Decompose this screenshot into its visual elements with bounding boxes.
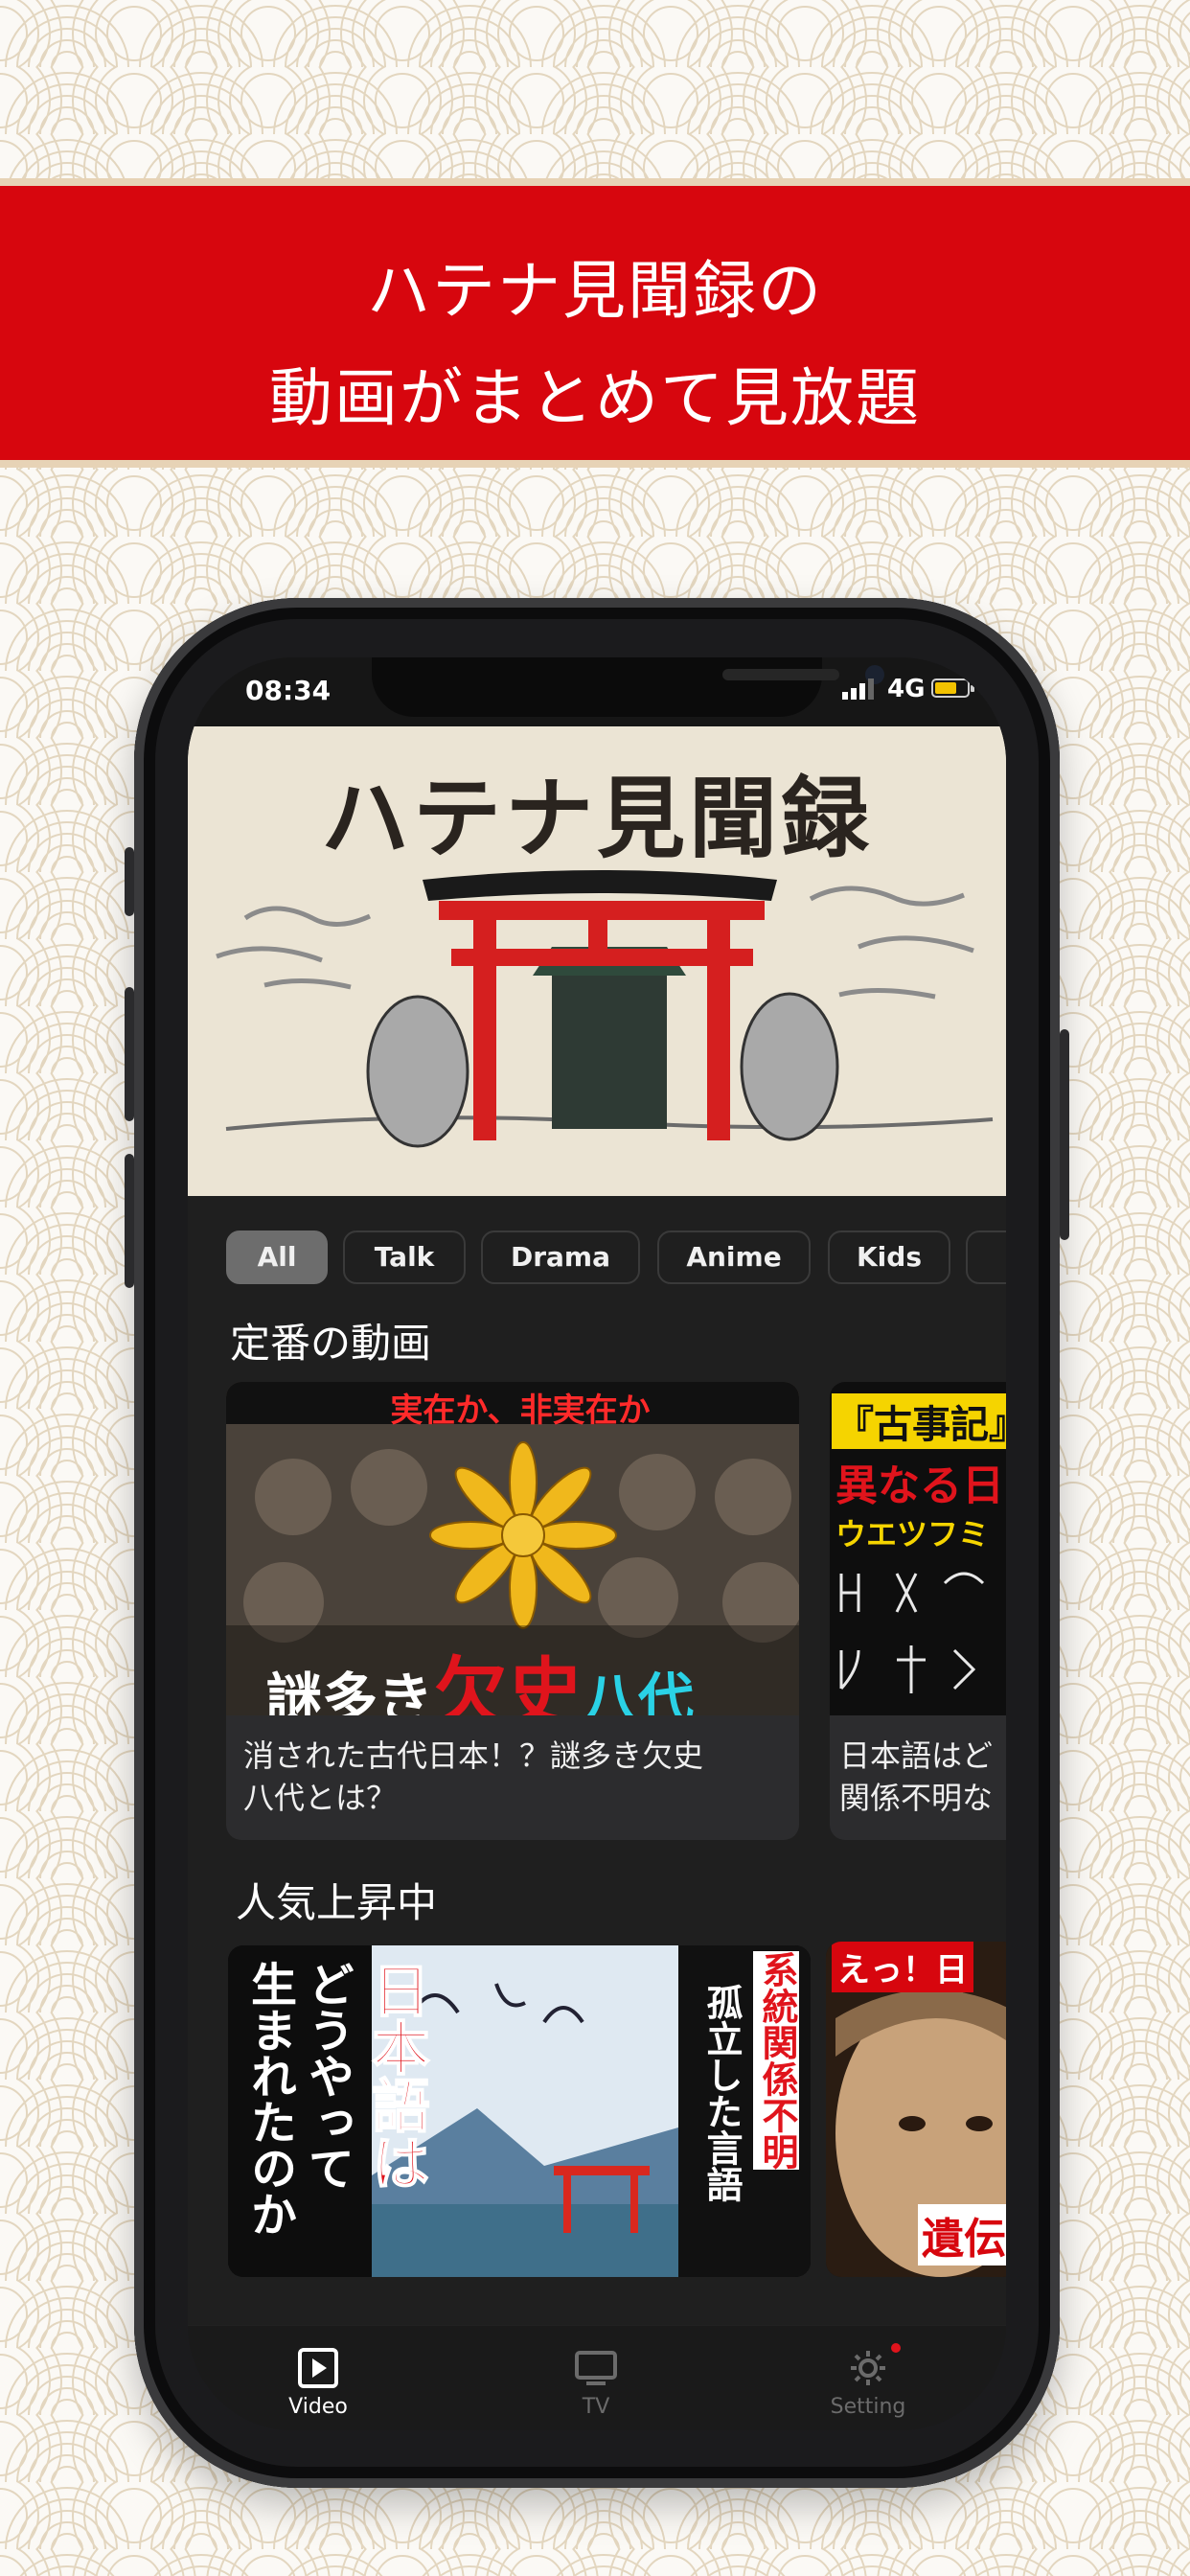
thumbnail-text-3: ウエツフミ <box>835 1516 990 1552</box>
thumb-col-4: 系統関係不明 <box>753 1951 799 2170</box>
video-title-line-2: 関係不明な <box>839 1780 994 1816</box>
hero-title: ハテナ見聞録 <box>320 767 873 870</box>
thumbnail-top-text: 実在か、非実在か <box>390 1392 651 1430</box>
status-bar: 08:34 4G <box>188 657 1006 726</box>
speaker-grille <box>722 669 839 680</box>
chip-talk[interactable]: Talk <box>343 1230 466 1284</box>
video-thumbnail: 『古事記』 異なる日 ウエツフミ <box>830 1382 1006 1715</box>
gear-icon <box>851 2351 885 2385</box>
phone-volume-down <box>125 1154 134 1288</box>
tv-icon <box>575 2351 617 2385</box>
section-title-classics: 定番の動画 <box>230 1320 432 1367</box>
chip-anime[interactable]: Anime <box>657 1230 811 1284</box>
caption-part-c: 八代 <box>583 1667 695 1715</box>
tab-bar: Video TV Setting <box>188 2325 1006 2430</box>
video-card[interactable]: 実在か、非実在か 謎多き欠史八代 消された古代日本！？謎多き欠史 八代とは？ <box>226 1382 799 1840</box>
chip-all[interactable]: All <box>226 1230 328 1284</box>
notch <box>372 657 884 717</box>
thumb-col-2: どうやって <box>300 1961 354 2191</box>
category-chips: All Talk Drama Anime Kids <box>226 1230 1006 1284</box>
thumb-col-3: 日本語は <box>361 1960 430 2192</box>
caption-part-a: 謎多き <box>266 1667 434 1715</box>
video-card[interactable]: 生まれたのか どうやって 日本語は 系統関係不明 孤立した言語 <box>228 1945 811 2277</box>
tab-tv-label: TV <box>582 2395 610 2419</box>
video-title-line-1: 消された古代日本！？謎多き欠史 <box>243 1737 704 1774</box>
banner-line-1: ハテナ見聞録の <box>367 254 823 328</box>
chip-kids[interactable]: Kids <box>828 1230 950 1284</box>
tab-tv[interactable]: TV <box>500 2326 692 2430</box>
thumb-col-1: 生まれたのか <box>242 1961 296 2237</box>
tab-video[interactable]: Video <box>222 2326 414 2430</box>
video-card[interactable]: 『古事記』 異なる日 ウエツフミ 日本語はど 関係不明な <box>830 1382 1006 1840</box>
ancient-glyphs <box>839 1572 985 1693</box>
phone-silent-switch <box>125 847 134 916</box>
phone-power-button <box>1060 1029 1069 1240</box>
thumbnail-bottom-text: 遺伝 <box>918 2204 1006 2266</box>
chip-drama[interactable]: Drama <box>481 1230 640 1284</box>
video-card[interactable]: えっ！日 遺伝 <box>826 1942 1006 2277</box>
thumbnail-caption: 謎多き欠史八代 <box>266 1633 694 1715</box>
banner-line-2: 動画がまとめて見放題 <box>269 361 921 435</box>
thumbnail-text-1: 『古事記』 <box>832 1393 1006 1449</box>
promo-banner: ハテナ見聞録の 動画がまとめて見放題 <box>0 178 1190 468</box>
status-time: 08:34 <box>245 675 332 706</box>
chip-more[interactable] <box>966 1230 1006 1284</box>
network-type: 4G <box>887 675 926 703</box>
app-screen: 08:34 4G ハテナ見聞録 All Talk Drama Anime Kid… <box>188 657 1006 2430</box>
video-thumbnail: 実在か、非実在か 謎多き欠史八代 <box>226 1382 799 1715</box>
phone-volume-up <box>125 987 134 1121</box>
video-title-line-1: 日本語はど <box>839 1737 994 1774</box>
battery-icon <box>931 678 974 698</box>
tab-setting[interactable]: Setting <box>772 2326 964 2430</box>
caption-part-b: 欠史 <box>433 1650 584 1715</box>
notification-dot <box>891 2343 901 2353</box>
thumbnail-top-text: えっ！日 <box>832 1942 973 1992</box>
section-title-trending: 人気上昇中 <box>236 1879 438 1926</box>
thumbnail-text-2: 異なる日 <box>835 1461 1004 1510</box>
signal-icon <box>842 678 874 700</box>
video-title-line-2: 八代とは？ <box>243 1780 398 1816</box>
play-square-icon <box>298 2348 338 2388</box>
tab-video-label: Video <box>288 2395 348 2419</box>
hero-banner[interactable]: ハテナ見聞録 <box>188 726 1006 1196</box>
tab-setting-label: Setting <box>830 2395 906 2419</box>
thumb-col-5: 孤立した言語 <box>696 1984 744 2202</box>
